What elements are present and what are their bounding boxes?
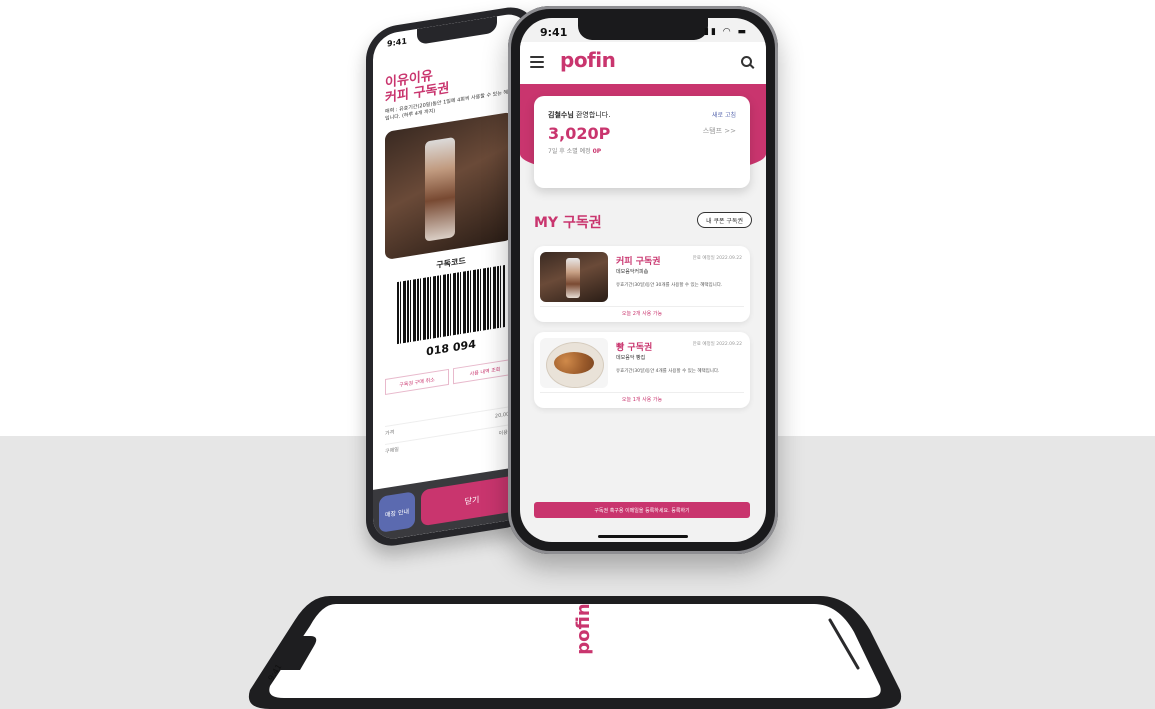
greeting-suffix: 환영합니다.: [573, 111, 611, 119]
greeting-text: 김철수님 환영합니다.: [548, 110, 736, 120]
subscription-store: 데모음악 빵집: [616, 355, 646, 361]
register-email-button[interactable]: 구독권 혹구용 이메일을 등록하세요. 등록하기: [534, 502, 750, 518]
stamp-link[interactable]: 스탬프 >>: [703, 126, 736, 136]
back-action-buttons: 구독권 구매 취소 사용 내역 조회: [385, 358, 517, 395]
status-time: 9:41: [540, 26, 568, 39]
card-divider: [540, 392, 744, 393]
subscription-card[interactable]: 커피 구독권 만료 예정일 2022.09.22 데모음악커피숍 유효기간(30…: [534, 246, 750, 322]
coffee-photo: [385, 111, 513, 260]
subscription-store: 데모음악커피숍: [616, 269, 649, 275]
front-notch: [578, 18, 708, 40]
hamburger-menu-icon[interactable]: [530, 56, 544, 68]
subscription-description: 유효기간(30일)동안 30개를 사용할 수 있는 혜택입니다.: [616, 283, 723, 288]
back-phone-screen: 9:41 이유이유 커피 구독권 매력 : 유효기간(20일)동안 1일에 4회…: [373, 11, 529, 542]
back-notch: [417, 16, 497, 45]
purchase-date-label: 구매일: [385, 446, 399, 455]
subscription-name: 커피 구독권: [616, 257, 661, 267]
search-icon[interactable]: [741, 56, 752, 67]
section-title: MY 구독권: [534, 215, 602, 231]
subscription-today-usage: 오늘 2개 사용 가능: [621, 311, 663, 317]
home-indicator: [598, 535, 688, 538]
barcode-image: [397, 264, 505, 345]
store-info-button[interactable]: 매장 안내: [379, 491, 415, 533]
lying-phone-logo: pofin: [573, 603, 594, 655]
mockup-stage: 9:41 이유이유 커피 구독권 매력 : 유효기간(20일)동안 1일에 4회…: [0, 0, 1155, 709]
cancel-purchase-button[interactable]: 구독권 구매 취소: [385, 368, 449, 395]
point-card: 김철수님 환영합니다. 3,020P 7일 후 소멸 예정 0P 새로 고침 스…: [534, 96, 750, 188]
app-header: pofin: [520, 42, 766, 84]
subscription-description: 유효기간(30일)동안 4개를 사용할 수 있는 혜택입니다.: [616, 369, 720, 374]
bread-thumbnail: [540, 338, 608, 388]
expire-value: 0P: [592, 148, 602, 155]
user-name: 김철수님: [548, 111, 574, 119]
expire-notice: 7일 후 소멸 예정 0P: [548, 146, 736, 155]
subscription-date: 만료 예정일 2022.09.22: [692, 342, 742, 347]
refresh-link[interactable]: 새로 고침: [712, 110, 736, 119]
expire-prefix: 7일 후 소멸 예정: [548, 148, 593, 155]
lying-phone: pofin 9:41: [240, 590, 910, 709]
app-logo[interactable]: pofin: [560, 48, 616, 72]
card-divider: [540, 306, 744, 307]
price-label: 가격: [385, 429, 395, 437]
coffee-thumbnail: [540, 252, 608, 302]
subscription-card[interactable]: 빵 구독권 만료 예정일 2022.09.22 데모음악 빵집 유효기간(30일…: [534, 332, 750, 408]
back-status-time: 9:41: [387, 36, 407, 49]
subscription-name: 빵 구독권: [616, 343, 653, 353]
status-icons: ▮▮ ◠ ▬: [704, 27, 748, 37]
front-phone-screen: 9:41 ▮▮ ◠ ▬ pofin 김철수님 환영합니다. 3,020P 7일 …: [520, 18, 766, 542]
my-coupons-button[interactable]: 내 쿠폰 구독권: [697, 212, 752, 228]
subscription-today-usage: 오늘 1개 사용 가능: [621, 397, 663, 403]
subscription-date: 만료 예정일 2022.09.22: [692, 256, 742, 261]
coffee-cup-image: [425, 136, 455, 242]
front-phone: 9:41 ▮▮ ◠ ▬ pofin 김철수님 환영합니다. 3,020P 7일 …: [508, 6, 778, 554]
